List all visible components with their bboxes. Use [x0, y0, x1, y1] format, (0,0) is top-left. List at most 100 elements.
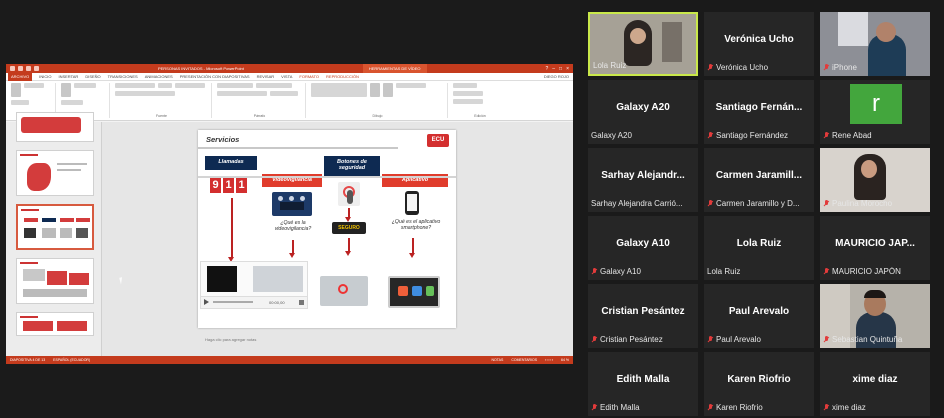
- slide-editor[interactable]: Servicios ECU Llamadas Videovigilancia B…: [102, 122, 573, 356]
- tab-inicio[interactable]: INICIO: [39, 74, 51, 79]
- participant-tile[interactable]: MAURICIO JAP... MAURICIO JAPÓN: [820, 216, 930, 280]
- participant-tile[interactable]: Paulina Morocho: [820, 148, 930, 212]
- participant-name: Karen Riofrio: [707, 403, 811, 412]
- group-label: Edición: [474, 114, 486, 118]
- shared-screen: PERSONAS INVITADOS - Microsoft PowerPoin…: [0, 0, 580, 418]
- group-label: Fuente: [156, 114, 167, 118]
- mic-muted-icon: [707, 132, 713, 139]
- current-slide[interactable]: Servicios ECU Llamadas Videovigilancia B…: [198, 130, 456, 328]
- participant-display-name: Paul Arevalo: [728, 306, 790, 317]
- help-icon[interactable]: ?: [545, 66, 548, 72]
- participant-name: MAURICIO JAPÓN: [823, 267, 927, 276]
- participant-display-name: Carmen Jaramill...: [715, 170, 803, 181]
- avatar: r: [850, 84, 902, 124]
- tab-vista[interactable]: VISTA: [281, 74, 292, 79]
- participant-tile[interactable]: Sarhay Alejandr... Sarhay Alejandra Carr…: [588, 148, 698, 212]
- group-parrafo: Párrafo: [214, 83, 306, 118]
- video-frame[interactable]: [207, 266, 237, 292]
- volume-icon[interactable]: [299, 300, 304, 305]
- styles-icon[interactable]: [383, 83, 393, 97]
- seek-bar[interactable]: [213, 301, 253, 303]
- tab-transiciones[interactable]: TRANSICIONES: [108, 74, 138, 79]
- tab-formato[interactable]: FORMATO: [299, 74, 319, 79]
- participant-tile[interactable]: Verónica Ucho Verónica Ucho: [704, 12, 814, 76]
- slide-thumb-selected[interactable]: 3: [16, 204, 94, 250]
- slide-thumb[interactable]: 4: [16, 258, 94, 304]
- street-image: [320, 276, 368, 306]
- slide-heading: Servicios: [206, 135, 240, 144]
- mic-muted-icon: [823, 404, 829, 411]
- tab-revisar[interactable]: REVISAR: [257, 74, 275, 79]
- video-player[interactable]: 00:00,00: [200, 261, 308, 309]
- videovigilancia-question: ¿Qué es la videovigilancia?: [274, 220, 312, 232]
- mic-muted-icon: [591, 268, 597, 275]
- participant-name: Rene Abad: [823, 131, 927, 140]
- mic-muted-icon: [823, 132, 829, 139]
- participant-display-name: Galaxy A20: [616, 102, 670, 113]
- arrow-down: [345, 208, 351, 222]
- video-frame[interactable]: [253, 266, 303, 292]
- mic-muted-icon: [591, 404, 597, 411]
- participant-tile[interactable]: r Rene Abad: [820, 80, 930, 144]
- participant-name: Carmen Jaramillo y D...: [707, 199, 811, 208]
- minimize-icon[interactable]: –: [552, 66, 555, 72]
- participant-name: xime diaz: [823, 403, 927, 412]
- comments-button[interactable]: COMENTARIOS: [511, 358, 537, 362]
- group-fuente: Fuente: [112, 83, 212, 118]
- meeting-window: PERSONAS INVITADOS - Microsoft PowerPoin…: [0, 0, 944, 418]
- digit: 1: [236, 178, 247, 193]
- participant-tile[interactable]: Paul Arevalo Paul Arevalo: [704, 284, 814, 348]
- participant-tile[interactable]: Lola Ruiz Lola Ruiz: [704, 216, 814, 280]
- participant-display-name: xime diaz: [852, 374, 898, 385]
- status-bar: DIAPOSITIVA 4 DE 13 ESPAÑOL (ECUADOR) NO…: [6, 356, 573, 364]
- zoom-level[interactable]: 64 %: [561, 358, 569, 362]
- slide-thumb[interactable]: [16, 112, 94, 142]
- participant-tile[interactable]: Lola Ruiz: [588, 12, 698, 76]
- seguro-badge: SEGURO: [332, 222, 366, 234]
- ribbon-tabs: ARCHIVO INICIO INSERTAR DISEÑO TRANSICIO…: [6, 72, 573, 81]
- close-icon[interactable]: ×: [566, 66, 569, 72]
- ppt-window-title: PERSONAS INVITADOS - Microsoft PowerPoin…: [157, 66, 244, 71]
- arrange-icon[interactable]: [370, 83, 380, 97]
- participant-tile[interactable]: Carmen Jaramill... Carmen Jaramillo y D.…: [704, 148, 814, 212]
- play-icon[interactable]: [204, 299, 209, 305]
- participant-tile[interactable]: xime diaz xime diaz: [820, 352, 930, 416]
- group-label: Dibujo: [372, 114, 383, 118]
- paste-icon[interactable]: [11, 83, 21, 97]
- slide-thumb[interactable]: 2: [16, 150, 94, 196]
- mic-muted-icon: [707, 64, 713, 71]
- tab-insertar[interactable]: INSERTAR: [58, 74, 78, 79]
- powerpoint-window: PERSONAS INVITADOS - Microsoft PowerPoin…: [6, 64, 573, 364]
- quick-access-toolbar[interactable]: [10, 66, 39, 71]
- participant-tile[interactable]: Cristian Pesántez Cristian Pesántez: [588, 284, 698, 348]
- smartphone-image: [405, 191, 419, 215]
- mic-muted-icon: [707, 404, 713, 411]
- window-controls[interactable]: ? – □ ×: [545, 66, 569, 72]
- participant-tile[interactable]: Santiago Fernán... Santiago Fernández: [704, 80, 814, 144]
- participant-display-name: MAURICIO JAP...: [835, 238, 915, 249]
- maximize-icon[interactable]: □: [559, 66, 562, 72]
- user-name[interactable]: DIEGO ROJO: [544, 74, 569, 79]
- participant-display-name: Sarhay Alejandr...: [601, 170, 685, 181]
- tab-animaciones[interactable]: ANIMACIONES: [145, 74, 173, 79]
- tab-archivo[interactable]: ARCHIVO: [8, 72, 33, 81]
- notes-placeholder[interactable]: Haga clic para agregar notas: [205, 337, 256, 342]
- tab-reproduccion[interactable]: REPRODUCCIÓN: [326, 74, 359, 79]
- participant-tile[interactable]: Karen Riofrio Karen Riofrio: [704, 352, 814, 416]
- participant-tile[interactable]: Edith Malla Edith Malla: [588, 352, 698, 416]
- language-indicator[interactable]: ESPAÑOL (ECUADOR): [53, 358, 90, 362]
- new-slide-icon[interactable]: [61, 83, 71, 97]
- participant-tile[interactable]: Sebastian Quintuña: [820, 284, 930, 348]
- digit: 9: [210, 178, 221, 193]
- mic-muted-icon: [823, 64, 829, 71]
- slide-thumb[interactable]: 5: [16, 312, 94, 336]
- participant-display-name: Lola Ruiz: [736, 238, 782, 249]
- tab-presentacion[interactable]: PRESENTACIÓN CON DIAPOSITIVAS: [180, 74, 250, 79]
- participant-tile[interactable]: Galaxy A10 Galaxy A10: [588, 216, 698, 280]
- tab-diseno[interactable]: DISEÑO: [85, 74, 100, 79]
- notes-button[interactable]: NOTAS: [492, 358, 504, 362]
- view-buttons[interactable]: ▪ ▪ ▪ ▪: [545, 358, 553, 362]
- heading-underline: [198, 147, 398, 149]
- participant-tile[interactable]: Galaxy A20 Galaxy A20: [588, 80, 698, 144]
- participant-tile[interactable]: iPhone: [820, 12, 930, 76]
